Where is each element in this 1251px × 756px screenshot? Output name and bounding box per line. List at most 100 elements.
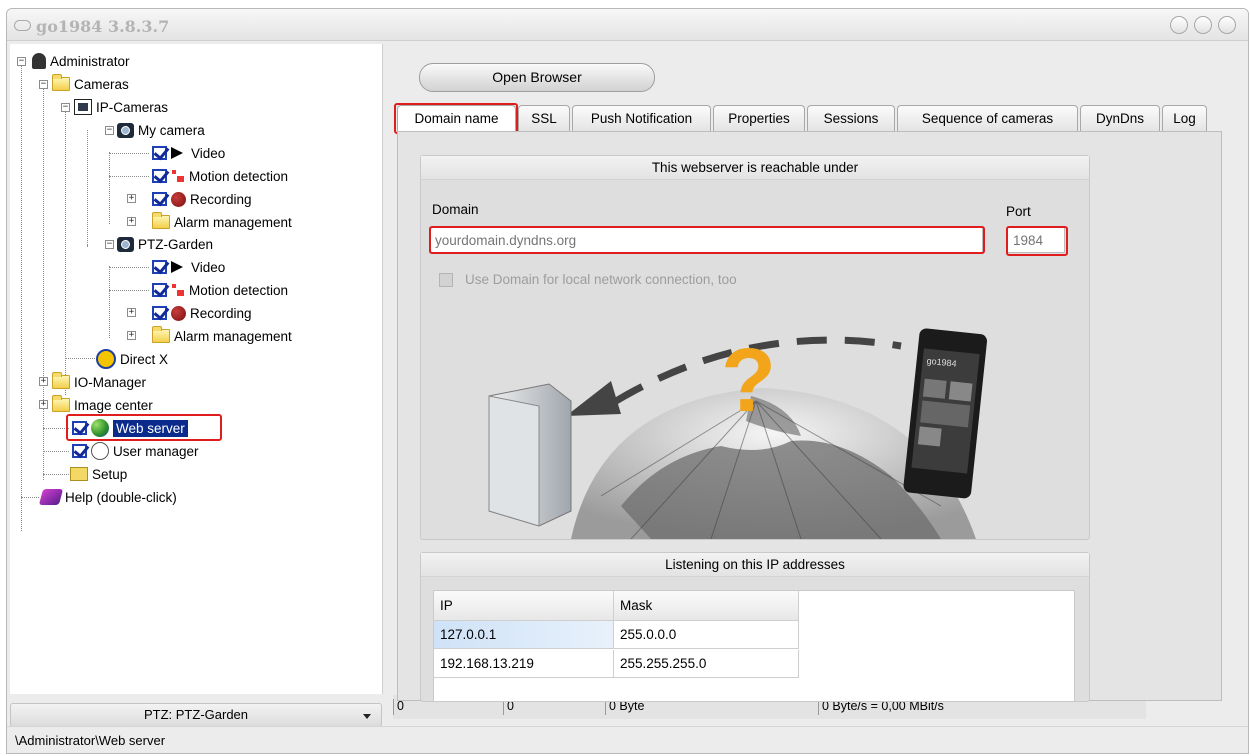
minimize-button[interactable]	[1170, 16, 1188, 34]
tab-sessions[interactable]: Sessions	[807, 105, 895, 131]
path-bar: \Administrator\Web server	[7, 726, 1248, 753]
tree-item-label: Direct X	[120, 351, 169, 367]
tree-item-setup[interactable]: Setup	[70, 463, 127, 485]
table-cell[interactable]: 255.255.255.0	[614, 650, 799, 678]
tree-item-label: IO-Manager	[74, 374, 147, 390]
use-domain-checkbox[interactable]: Use Domain for local network connection,…	[439, 272, 737, 287]
expand-recording-button[interactable]: +	[127, 308, 136, 317]
navigation-tree: − Administrator − Cameras − IP-Cameras −…	[10, 44, 383, 694]
title-bar: go1984 3.8.3.7	[7, 9, 1248, 41]
tree-item-direct-x[interactable]: Direct X	[96, 348, 168, 370]
play-icon	[171, 261, 183, 273]
ip-group: Listening on this IP addresses IP Mask 1…	[420, 552, 1090, 702]
expand-image-center-button[interactable]: +	[39, 400, 48, 409]
ip-camera-icon	[74, 99, 92, 115]
ip-group-title: Listening on this IP addresses	[421, 553, 1089, 577]
window-title: go1984 3.8.3.7	[36, 17, 170, 36]
checkbox-checked-icon[interactable]	[72, 421, 87, 435]
question-mark-icon: ?	[721, 331, 776, 431]
directx-icon	[96, 349, 116, 369]
expand-alarm-management-button[interactable]: +	[127, 331, 136, 340]
domain-input[interactable]	[429, 227, 983, 253]
tree-item-cameras[interactable]: Cameras	[52, 73, 129, 95]
port-input[interactable]	[1007, 227, 1065, 253]
tree-item-label: PTZ-Garden	[138, 236, 214, 252]
expand-alarm-management-button[interactable]: +	[127, 217, 136, 226]
expand-recording-button[interactable]: +	[127, 194, 136, 203]
checkbox-checked-icon[interactable]	[152, 306, 167, 320]
tree-item-user-manager[interactable]: User manager	[72, 440, 199, 462]
ip-table: IP Mask 127.0.0.1 255.0.0.0 192.168.13.2…	[433, 590, 1075, 702]
tree-item-ptz-video[interactable]: Video	[152, 256, 225, 278]
tree-item-ptz-motion[interactable]: Motion detection	[152, 279, 288, 301]
tree-item-my-camera-alarm[interactable]: Alarm management	[152, 211, 292, 233]
tree-item-io-manager[interactable]: IO-Manager	[52, 371, 146, 393]
checkbox-checked-icon[interactable]	[72, 444, 87, 458]
collapse-ptz-garden-button[interactable]: −	[105, 240, 114, 249]
status-counter-1: 0	[393, 699, 404, 715]
checkbox-checked-icon[interactable]	[152, 169, 167, 183]
smartphone-icon: go1984	[903, 328, 988, 499]
tree-item-label: Image center	[74, 397, 153, 413]
checkbox-checked-icon[interactable]	[152, 192, 167, 206]
folder-open-icon	[52, 74, 70, 91]
expand-io-manager-button[interactable]: +	[39, 377, 48, 386]
collapse-my-camera-button[interactable]: −	[105, 126, 114, 135]
checkbox-checked-icon[interactable]	[152, 260, 167, 274]
tree-item-label: Web server	[113, 419, 188, 437]
record-icon	[171, 305, 186, 321]
collapse-cameras-button[interactable]: −	[39, 80, 48, 89]
open-browser-button[interactable]: Open Browser	[419, 63, 655, 92]
camera-icon	[117, 236, 134, 252]
domain-label: Domain	[432, 202, 479, 217]
tree-item-label: My camera	[138, 122, 205, 138]
tree-item-label: Setup	[92, 466, 128, 482]
tree-item-image-center[interactable]: Image center	[52, 394, 153, 416]
tree-item-ip-cameras[interactable]: IP-Cameras	[74, 96, 168, 118]
camera-select[interactable]: PTZ: PTZ-Garden	[10, 703, 382, 727]
tree-item-label: Recording	[190, 305, 252, 321]
tab-log[interactable]: Log	[1162, 105, 1207, 131]
tab-content: This webserver is reachable under Domain…	[397, 131, 1222, 702]
tree-item-administrator[interactable]: Administrator	[32, 50, 130, 72]
tree-item-ptz-garden[interactable]: PTZ-Garden	[117, 233, 213, 255]
app-window: go1984 3.8.3.7 − Administrator − Cameras…	[6, 8, 1249, 754]
collapse-administrator-button[interactable]: −	[17, 57, 26, 66]
tab-properties[interactable]: Properties	[713, 105, 805, 131]
tree-item-my-camera-motion[interactable]: Motion detection	[152, 165, 288, 187]
folder-icon	[52, 372, 70, 389]
tree-item-ptz-recording[interactable]: Recording	[152, 302, 252, 324]
domain-group: This webserver is reachable under Domain…	[420, 155, 1090, 540]
tree-item-label: Help (double-click)	[65, 489, 177, 505]
tree-item-my-camera-video[interactable]: Video	[152, 142, 225, 164]
tab-domain-name[interactable]: Domain name	[397, 105, 516, 132]
chevron-down-icon	[363, 714, 371, 719]
maximize-button[interactable]	[1194, 16, 1212, 34]
collapse-ip-cameras-button[interactable]: −	[61, 103, 70, 112]
tree-item-label: IP-Cameras	[96, 99, 169, 115]
tree-item-my-camera[interactable]: My camera	[117, 119, 205, 141]
column-header-mask[interactable]: Mask	[614, 591, 799, 621]
tree-item-label: Recording	[190, 191, 252, 207]
tree-item-ptz-alarm[interactable]: Alarm management	[152, 325, 292, 347]
tab-push-notification[interactable]: Push Notification	[572, 105, 711, 131]
play-icon	[171, 147, 183, 159]
arrow-head-icon	[566, 381, 621, 416]
table-cell[interactable]: 192.168.13.219	[434, 650, 614, 678]
checkbox-checked-icon[interactable]	[152, 283, 167, 297]
tree-item-label: Alarm management	[174, 328, 292, 344]
tab-dyndns[interactable]: DynDns	[1080, 105, 1160, 131]
table-cell[interactable]: 255.0.0.0	[614, 621, 799, 649]
close-button[interactable]	[1218, 16, 1236, 34]
tab-sequence-of-cameras[interactable]: Sequence of cameras	[897, 105, 1078, 131]
motion-detection-icon	[171, 283, 185, 297]
tree-item-help[interactable]: Help (double-click)	[38, 486, 177, 508]
tab-ssl[interactable]: SSL	[518, 105, 570, 131]
tree-item-web-server[interactable]: Web server	[72, 417, 188, 439]
tree-item-my-camera-recording[interactable]: Recording	[152, 188, 252, 210]
checkbox-checked-icon[interactable]	[152, 146, 167, 160]
table-cell[interactable]: 127.0.0.1	[434, 621, 614, 649]
globe-icon	[91, 419, 109, 437]
column-header-ip[interactable]: IP	[434, 591, 614, 621]
user-manager-icon	[91, 442, 109, 460]
